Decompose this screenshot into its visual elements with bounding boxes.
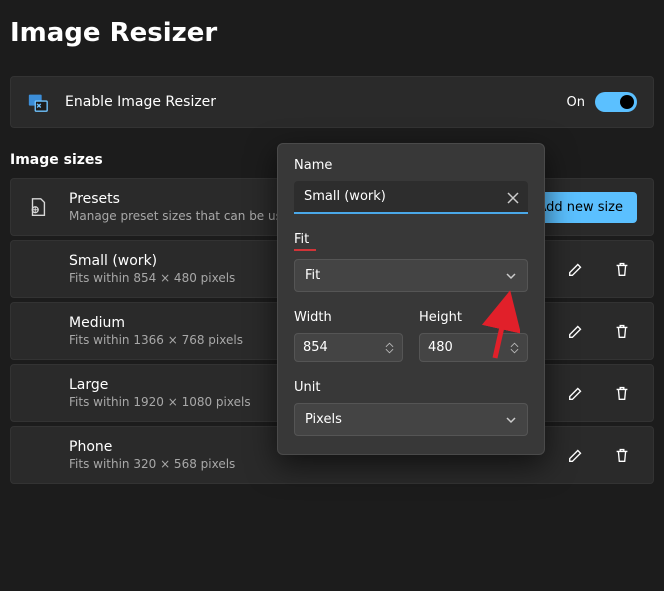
width-stepper[interactable] [385,342,394,354]
edit-icon[interactable] [567,384,585,402]
width-input[interactable]: 854 [294,333,403,362]
height-input[interactable]: 480 [419,333,528,362]
delete-icon[interactable] [613,446,631,464]
height-stepper[interactable] [510,342,519,354]
edit-icon[interactable] [567,260,585,278]
delete-icon[interactable] [613,384,631,402]
page-title: Image Resizer [0,0,664,76]
delete-icon[interactable] [613,260,631,278]
width-label: Width [294,310,403,325]
enable-image-resizer-card: Enable Image Resizer On [10,76,654,128]
toggle-knob [620,95,634,109]
size-sub: Fits within 320 × 568 pixels [69,457,555,471]
chevron-down-icon [505,270,517,282]
delete-icon[interactable] [613,322,631,340]
edit-icon[interactable] [567,446,585,464]
width-value: 854 [303,340,328,355]
name-input[interactable] [294,181,528,214]
unit-label: Unit [294,380,528,395]
fit-label: Fit [294,232,528,251]
chevron-down-icon [505,414,517,426]
edit-icon[interactable] [567,322,585,340]
name-label: Name [294,158,528,173]
edit-size-flyout: Name Fit Fit Width 854 Height 480 [277,143,545,455]
enable-toggle[interactable] [595,92,637,112]
unit-select[interactable]: Pixels [294,403,528,436]
clear-icon[interactable] [506,191,520,205]
unit-value: Pixels [305,412,342,427]
height-value: 480 [428,340,453,355]
fit-select[interactable]: Fit [294,259,528,292]
enable-label: Enable Image Resizer [65,94,567,110]
toggle-state-text: On [567,95,585,110]
presets-icon [27,196,49,218]
height-label: Height [419,310,528,325]
fit-value: Fit [305,268,320,283]
image-resizer-icon [27,91,49,113]
